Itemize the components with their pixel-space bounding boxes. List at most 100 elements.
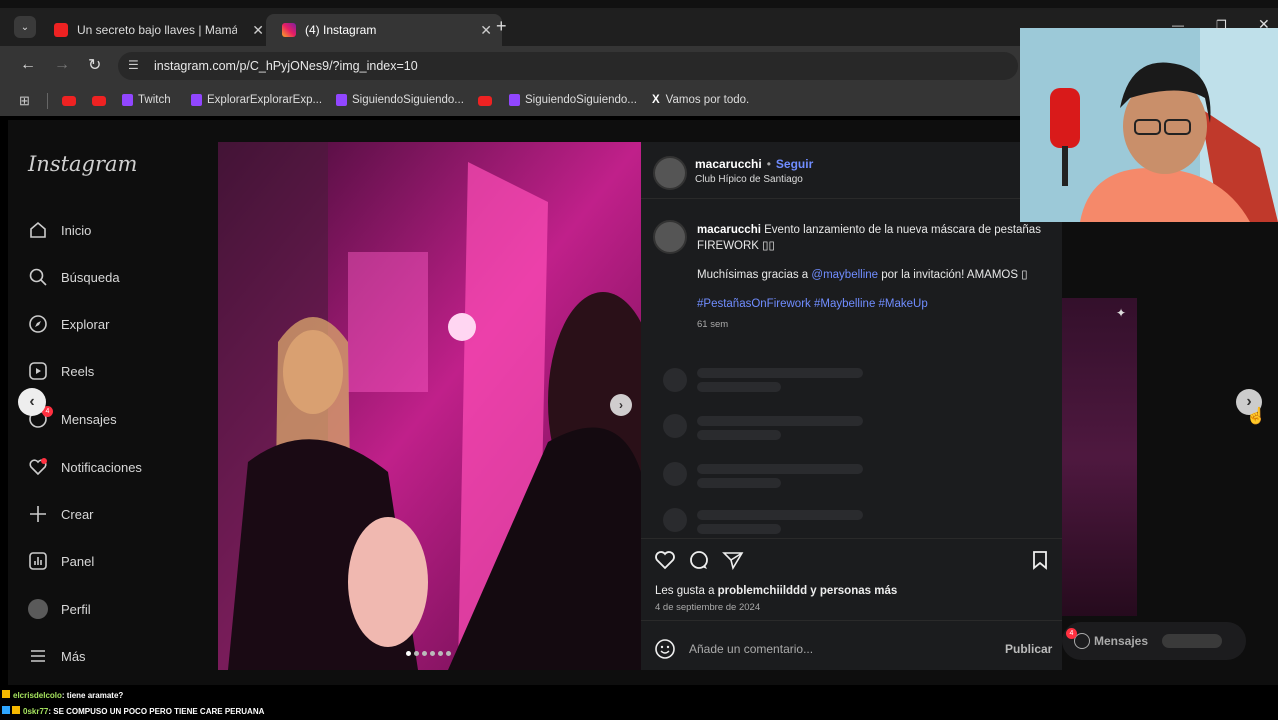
dashboard-icon: [28, 551, 48, 571]
follow-button[interactable]: Seguir: [776, 157, 813, 171]
bookmark-siguiendo[interactable]: SiguiendoSiguiendo...: [336, 94, 464, 106]
bookmark-label: Vamos por todo.: [665, 94, 750, 106]
avatar[interactable]: [653, 220, 687, 254]
youtube-bookmark-icon[interactable]: [92, 96, 106, 106]
likes-text: Les gusta a problemchiilddd y personas m…: [655, 585, 897, 597]
heart-icon: [28, 457, 48, 477]
caption-text: por la invitación! AMAMOS ▯: [878, 269, 1028, 281]
site-info-icon[interactable]: ☰: [128, 58, 139, 72]
nav-panel[interactable]: Panel: [28, 551, 94, 571]
nav-mas[interactable]: Más: [28, 646, 86, 666]
tab-title: Un secreto bajo llaves | Mamá a: [77, 23, 237, 37]
caption-username[interactable]: macarucchi: [697, 224, 761, 236]
bookmark-label: Twitch: [138, 94, 171, 106]
nav-label: Panel: [61, 553, 95, 569]
instagram-icon: [282, 23, 296, 37]
avatar[interactable]: [653, 156, 687, 190]
instagram-logo[interactable]: Instagram: [28, 152, 137, 176]
window-close-icon[interactable]: ✕: [1258, 16, 1270, 33]
carousel-next-button[interactable]: ›: [610, 394, 632, 416]
twitch-icon: [336, 94, 347, 106]
emoji-icon[interactable]: [654, 638, 676, 665]
nav-reels[interactable]: Reels: [28, 361, 94, 381]
back-icon[interactable]: ←: [20, 56, 36, 74]
nav-perfil[interactable]: Perfil: [28, 599, 91, 619]
nav-inicio[interactable]: Inicio: [28, 220, 91, 240]
nav-label: Reels: [61, 363, 95, 379]
chat-badge-icon: [2, 690, 10, 698]
close-tab-icon[interactable]: ✕: [480, 22, 492, 39]
like-icon[interactable]: [654, 550, 676, 575]
twitch-icon: [191, 94, 202, 106]
youtube-bookmark-icon[interactable]: [62, 96, 76, 106]
new-tab-button[interactable]: +: [496, 16, 507, 37]
bookmark-label: SiguiendoSiguiendo...: [525, 94, 637, 106]
post-image[interactable]: [218, 142, 641, 670]
chat-text: : SE COMPUSO UN POCO PERO TIENE CARE PER…: [48, 707, 265, 716]
apps-icon[interactable]: ⊞: [19, 93, 30, 109]
forward-icon[interactable]: →: [54, 56, 70, 74]
window-minimize-icon[interactable]: —: [1172, 18, 1184, 32]
address-bar[interactable]: ☰ instagram.com/p/C_hPyjONes9/?img_index…: [118, 52, 1018, 80]
bookmark-siguiendo-2[interactable]: SiguiendoSiguiendo...: [509, 94, 637, 106]
save-icon[interactable]: [1031, 550, 1049, 575]
bookmark-label: ExplorarExplorarExp...: [207, 94, 323, 106]
post-location[interactable]: Club Hípico de Santiago: [695, 174, 803, 185]
nav-notificaciones[interactable]: Notificaciones: [28, 457, 142, 477]
likes-user-link[interactable]: problemchiilddd: [718, 585, 807, 597]
url-text: instagram.com/p/C_hPyjONes9/?img_index=1…: [154, 59, 418, 73]
tab-title: (4) Instagram: [305, 23, 377, 37]
compass-icon: [28, 314, 48, 334]
avatar: [1162, 634, 1223, 648]
separator: •: [766, 157, 771, 171]
nav-explorar[interactable]: Explorar: [28, 314, 109, 334]
post-date: 4 de septiembre de 2024: [655, 602, 761, 613]
post-username[interactable]: macarucchi: [695, 157, 762, 171]
close-tab-icon[interactable]: ✕: [252, 22, 264, 39]
bookmark-x[interactable]: X Vamos por todo.: [652, 94, 749, 106]
share-icon[interactable]: [722, 550, 744, 575]
nav-label: Más: [61, 648, 86, 664]
plus-icon: [28, 504, 48, 524]
divider: [641, 538, 1062, 539]
twitch-icon: [122, 94, 133, 106]
previous-post-button[interactable]: ‹: [18, 388, 46, 416]
chat-text: : tiene aramate?: [61, 691, 124, 700]
nav-busqueda[interactable]: Búsqueda: [28, 267, 120, 287]
carousel-dots: [406, 651, 451, 656]
divider: [641, 620, 1062, 621]
publish-button[interactable]: Publicar: [1005, 642, 1052, 656]
chat-message: 0skr77: SE COMPUSO UN POCO PERO TIENE CA…: [2, 706, 264, 716]
nav-label: Búsqueda: [61, 269, 120, 285]
next-post-preview[interactable]: [1062, 298, 1137, 616]
youtube-icon: [54, 23, 68, 37]
likes-prefix: Les gusta a: [655, 585, 718, 597]
bookmark-label: SiguiendoSiguiendo...: [352, 94, 464, 106]
tab-search-button[interactable]: ⌄: [14, 16, 36, 38]
post-age: 61 sem: [697, 319, 729, 330]
messages-pill-badge: 4: [1066, 628, 1077, 639]
tab-youtube[interactable]: Un secreto bajo llaves | Mamá a ✕: [44, 14, 274, 46]
nav-crear[interactable]: Crear: [28, 504, 94, 524]
youtube-bookmark-icon[interactable]: [478, 96, 492, 106]
nav-label: Inicio: [61, 222, 92, 238]
bookmark-twitch[interactable]: Twitch: [122, 94, 171, 106]
comment-icon[interactable]: [688, 550, 710, 575]
divider: [641, 198, 1062, 199]
nav-label: Explorar: [61, 316, 110, 332]
hashtags[interactable]: #PestañasOnFirework #Maybelline #MakeUp: [697, 298, 928, 310]
chat-username: elcrisdelcolo: [13, 691, 62, 700]
tab-instagram[interactable]: (4) Instagram ✕: [266, 14, 502, 46]
bookmark-explorar[interactable]: ExplorarExplorarExp...: [191, 94, 322, 106]
reload-icon[interactable]: ↻: [88, 55, 101, 75]
chat-username: 0skr77: [23, 707, 49, 716]
mention-link[interactable]: @maybelline: [811, 269, 878, 281]
comment-input[interactable]: Añade un comentario...: [689, 642, 969, 656]
messages-pill[interactable]: Mensajes: [1062, 622, 1246, 660]
nav-label: Crear: [61, 506, 94, 522]
post-details-panel: macarucchi • Seguir Club Hípico de Santi…: [641, 142, 1062, 670]
chat-badge-icon: [12, 706, 20, 714]
window-restore-icon[interactable]: ❐: [1216, 18, 1227, 32]
nav-label: Perfil: [61, 601, 91, 617]
caption-text: Muchísimas gracias a: [697, 269, 812, 281]
